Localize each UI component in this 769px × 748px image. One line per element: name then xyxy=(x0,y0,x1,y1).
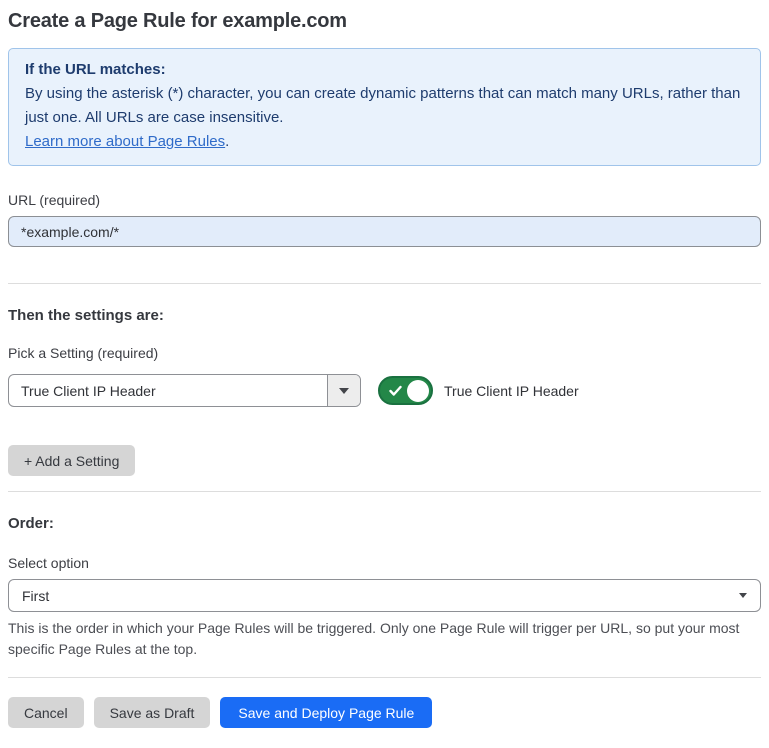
create-page-rule-page: Create a Page Rule for example.com If th… xyxy=(0,0,769,748)
url-input[interactable] xyxy=(8,216,761,247)
pick-setting-label: Pick a Setting (required) xyxy=(8,345,761,362)
info-box-heading: If the URL matches: xyxy=(25,58,744,82)
divider xyxy=(8,677,761,678)
divider xyxy=(8,283,761,284)
actions-row: Cancel Save as Draft Save and Deploy Pag… xyxy=(8,697,761,728)
settings-section-heading: Then the settings are: xyxy=(8,307,761,324)
setting-select-value: True Client IP Header xyxy=(9,375,327,406)
divider xyxy=(8,491,761,492)
add-setting-button[interactable]: + Add a Setting xyxy=(8,445,135,476)
setting-row: True Client IP Header True Client IP Hea… xyxy=(8,374,761,407)
info-box-body: By using the asterisk (*) character, you… xyxy=(25,82,744,130)
order-select[interactable]: First xyxy=(8,579,761,612)
check-icon xyxy=(389,385,402,396)
toggle-setting-label: True Client IP Header xyxy=(444,383,579,399)
url-label: URL (required) xyxy=(8,192,761,209)
order-help-text: This is the order in which your Page Rul… xyxy=(8,618,753,660)
setting-select[interactable]: True Client IP Header xyxy=(8,374,361,407)
order-section-heading: Order: xyxy=(8,515,761,532)
true-client-ip-toggle[interactable] xyxy=(378,376,433,405)
cancel-button[interactable]: Cancel xyxy=(8,697,84,728)
order-select-value: First xyxy=(22,588,49,604)
toggle-wrap: True Client IP Header xyxy=(378,376,579,405)
url-match-info-box: If the URL matches: By using the asteris… xyxy=(8,48,761,166)
learn-more-link[interactable]: Learn more about Page Rules xyxy=(25,133,225,150)
select-option-label: Select option xyxy=(8,555,761,572)
save-draft-button[interactable]: Save as Draft xyxy=(94,697,211,728)
info-link-row: Learn more about Page Rules. xyxy=(25,130,744,154)
page-title: Create a Page Rule for example.com xyxy=(8,10,761,33)
toggle-knob xyxy=(407,380,429,402)
setting-select-caret-button[interactable] xyxy=(327,375,360,406)
caret-down-icon xyxy=(339,388,349,394)
learn-more-link-suffix: . xyxy=(225,133,229,150)
caret-down-icon xyxy=(739,593,747,598)
save-deploy-button[interactable]: Save and Deploy Page Rule xyxy=(220,697,432,728)
